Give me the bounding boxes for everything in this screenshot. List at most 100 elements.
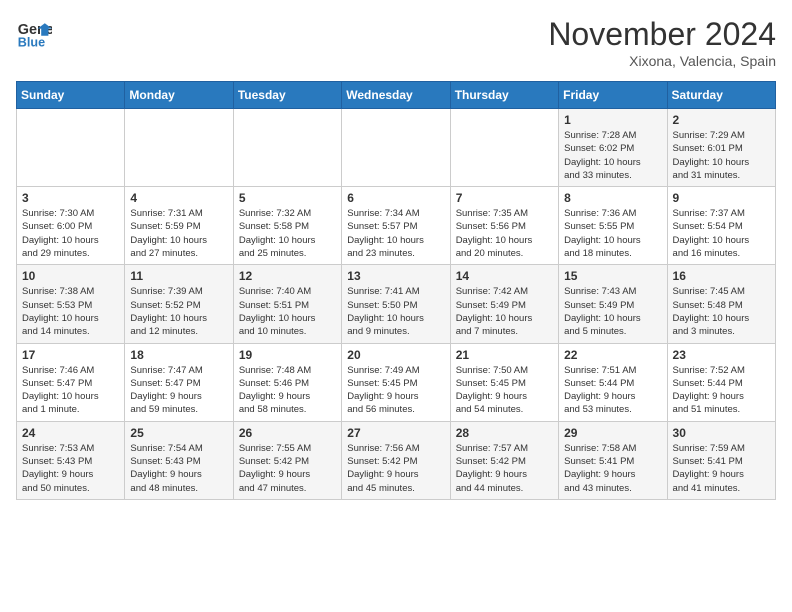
day-number: 26 [239, 426, 336, 440]
day-number: 14 [456, 269, 553, 283]
day-number: 2 [673, 113, 770, 127]
calendar-day-cell: 26 Sunrise: 7:55 AM Sunset: 5:42 PM Dayli… [233, 421, 341, 499]
day-info: Sunrise: 7:47 AM Sunset: 5:47 PM Dayligh… [130, 364, 227, 417]
calendar-day-cell [233, 109, 341, 187]
calendar-week-row: 17Sunrise: 7:46 AM Sunset: 5:47 PM Dayli… [17, 343, 776, 421]
day-number: 27 [347, 426, 444, 440]
day-info: Sunrise: 7:37 AM Sunset: 5:54 PM Dayligh… [673, 207, 770, 260]
calendar-table: SundayMondayTuesdayWednesdayThursdayFrid… [16, 81, 776, 500]
calendar-day-cell: 8 Sunrise: 7:36 AM Sunset: 5:55 PM Daylig… [559, 187, 667, 265]
day-number: 17 [22, 348, 119, 362]
calendar-day-cell: 21 Sunrise: 7:50 AM Sunset: 5:45 PM Dayli… [450, 343, 558, 421]
day-number: 11 [130, 269, 227, 283]
weekday-header-tuesday: Tuesday [233, 82, 341, 109]
page-header: General Blue November 2024 Xixona, Valen… [16, 16, 776, 69]
day-info: Sunrise: 7:35 AM Sunset: 5:56 PM Dayligh… [456, 207, 553, 260]
day-number: 5 [239, 191, 336, 205]
day-info: Sunrise: 7:43 AM Sunset: 5:49 PM Dayligh… [564, 285, 661, 338]
day-info: Sunrise: 7:32 AM Sunset: 5:58 PM Dayligh… [239, 207, 336, 260]
calendar-day-cell: 11Sunrise: 7:39 AM Sunset: 5:52 PM Dayli… [125, 265, 233, 343]
day-info: Sunrise: 7:36 AM Sunset: 5:55 PM Dayligh… [564, 207, 661, 260]
day-info: Sunrise: 7:28 AM Sunset: 6:02 PM Dayligh… [564, 129, 661, 182]
day-info: Sunrise: 7:54 AM Sunset: 5:43 PM Dayligh… [130, 442, 227, 495]
title-block: November 2024 Xixona, Valencia, Spain [548, 16, 776, 69]
calendar-day-cell [450, 109, 558, 187]
day-number: 13 [347, 269, 444, 283]
month-title: November 2024 [548, 16, 776, 53]
day-number: 20 [347, 348, 444, 362]
day-info: Sunrise: 7:34 AM Sunset: 5:57 PM Dayligh… [347, 207, 444, 260]
calendar-day-cell [125, 109, 233, 187]
day-number: 3 [22, 191, 119, 205]
calendar-day-cell: 24 Sunrise: 7:53 AM Sunset: 5:43 PM Dayli… [17, 421, 125, 499]
calendar-day-cell: 14 Sunrise: 7:42 AM Sunset: 5:49 PM Dayli… [450, 265, 558, 343]
calendar-day-cell: 28 Sunrise: 7:57 AM Sunset: 5:42 PM Dayli… [450, 421, 558, 499]
weekday-header-monday: Monday [125, 82, 233, 109]
day-number: 22 [564, 348, 661, 362]
day-info: Sunrise: 7:58 AM Sunset: 5:41 PM Dayligh… [564, 442, 661, 495]
day-number: 1 [564, 113, 661, 127]
calendar-day-cell: 5 Sunrise: 7:32 AM Sunset: 5:58 PM Daylig… [233, 187, 341, 265]
day-number: 19 [239, 348, 336, 362]
calendar-week-row: 24 Sunrise: 7:53 AM Sunset: 5:43 PM Dayli… [17, 421, 776, 499]
calendar-day-cell: 7 Sunrise: 7:35 AM Sunset: 5:56 PM Daylig… [450, 187, 558, 265]
day-info: Sunrise: 7:31 AM Sunset: 5:59 PM Dayligh… [130, 207, 227, 260]
calendar-day-cell: 22 Sunrise: 7:51 AM Sunset: 5:44 PM Dayli… [559, 343, 667, 421]
calendar-day-cell: 16 Sunrise: 7:45 AM Sunset: 5:48 PM Dayli… [667, 265, 775, 343]
calendar-day-cell: 2 Sunrise: 7:29 AM Sunset: 6:01 PM Daylig… [667, 109, 775, 187]
logo-icon: General Blue [16, 16, 52, 52]
day-number: 8 [564, 191, 661, 205]
calendar-day-cell: 20Sunrise: 7:49 AM Sunset: 5:45 PM Dayli… [342, 343, 450, 421]
day-info: Sunrise: 7:45 AM Sunset: 5:48 PM Dayligh… [673, 285, 770, 338]
day-number: 12 [239, 269, 336, 283]
day-number: 25 [130, 426, 227, 440]
weekday-header-saturday: Saturday [667, 82, 775, 109]
calendar-day-cell: 15 Sunrise: 7:43 AM Sunset: 5:49 PM Dayli… [559, 265, 667, 343]
weekday-header-friday: Friday [559, 82, 667, 109]
day-number: 24 [22, 426, 119, 440]
day-number: 6 [347, 191, 444, 205]
day-info: Sunrise: 7:51 AM Sunset: 5:44 PM Dayligh… [564, 364, 661, 417]
calendar-day-cell [342, 109, 450, 187]
weekday-header-row: SundayMondayTuesdayWednesdayThursdayFrid… [17, 82, 776, 109]
calendar-day-cell: 10Sunrise: 7:38 AM Sunset: 5:53 PM Dayli… [17, 265, 125, 343]
calendar-day-cell: 1 Sunrise: 7:28 AM Sunset: 6:02 PM Daylig… [559, 109, 667, 187]
calendar-day-cell: 30Sunrise: 7:59 AM Sunset: 5:41 PM Dayli… [667, 421, 775, 499]
day-info: Sunrise: 7:55 AM Sunset: 5:42 PM Dayligh… [239, 442, 336, 495]
day-info: Sunrise: 7:41 AM Sunset: 5:50 PM Dayligh… [347, 285, 444, 338]
day-number: 16 [673, 269, 770, 283]
day-info: Sunrise: 7:42 AM Sunset: 5:49 PM Dayligh… [456, 285, 553, 338]
day-number: 30 [673, 426, 770, 440]
calendar-week-row: 1 Sunrise: 7:28 AM Sunset: 6:02 PM Daylig… [17, 109, 776, 187]
calendar-day-cell: 17Sunrise: 7:46 AM Sunset: 5:47 PM Dayli… [17, 343, 125, 421]
calendar-week-row: 3Sunrise: 7:30 AM Sunset: 6:00 PM Daylig… [17, 187, 776, 265]
day-number: 29 [564, 426, 661, 440]
weekday-header-sunday: Sunday [17, 82, 125, 109]
calendar-day-cell: 25 Sunrise: 7:54 AM Sunset: 5:43 PM Dayli… [125, 421, 233, 499]
calendar-day-cell: 19 Sunrise: 7:48 AM Sunset: 5:46 PM Dayli… [233, 343, 341, 421]
calendar-week-row: 10Sunrise: 7:38 AM Sunset: 5:53 PM Dayli… [17, 265, 776, 343]
weekday-header-wednesday: Wednesday [342, 82, 450, 109]
day-number: 15 [564, 269, 661, 283]
day-number: 21 [456, 348, 553, 362]
day-info: Sunrise: 7:57 AM Sunset: 5:42 PM Dayligh… [456, 442, 553, 495]
day-number: 9 [673, 191, 770, 205]
calendar-day-cell: 29 Sunrise: 7:58 AM Sunset: 5:41 PM Dayli… [559, 421, 667, 499]
calendar-day-cell: 18 Sunrise: 7:47 AM Sunset: 5:47 PM Dayli… [125, 343, 233, 421]
location: Xixona, Valencia, Spain [548, 53, 776, 69]
calendar-day-cell: 3Sunrise: 7:30 AM Sunset: 6:00 PM Daylig… [17, 187, 125, 265]
day-info: Sunrise: 7:50 AM Sunset: 5:45 PM Dayligh… [456, 364, 553, 417]
day-info: Sunrise: 7:40 AM Sunset: 5:51 PM Dayligh… [239, 285, 336, 338]
day-number: 18 [130, 348, 227, 362]
day-number: 28 [456, 426, 553, 440]
calendar-day-cell: 12 Sunrise: 7:40 AM Sunset: 5:51 PM Dayli… [233, 265, 341, 343]
day-info: Sunrise: 7:29 AM Sunset: 6:01 PM Dayligh… [673, 129, 770, 182]
day-info: Sunrise: 7:53 AM Sunset: 5:43 PM Dayligh… [22, 442, 119, 495]
day-number: 7 [456, 191, 553, 205]
svg-text:Blue: Blue [18, 36, 45, 50]
calendar-day-cell: 6 Sunrise: 7:34 AM Sunset: 5:57 PM Daylig… [342, 187, 450, 265]
day-number: 23 [673, 348, 770, 362]
day-number: 10 [22, 269, 119, 283]
day-info: Sunrise: 7:48 AM Sunset: 5:46 PM Dayligh… [239, 364, 336, 417]
calendar-day-cell: 9 Sunrise: 7:37 AM Sunset: 5:54 PM Daylig… [667, 187, 775, 265]
